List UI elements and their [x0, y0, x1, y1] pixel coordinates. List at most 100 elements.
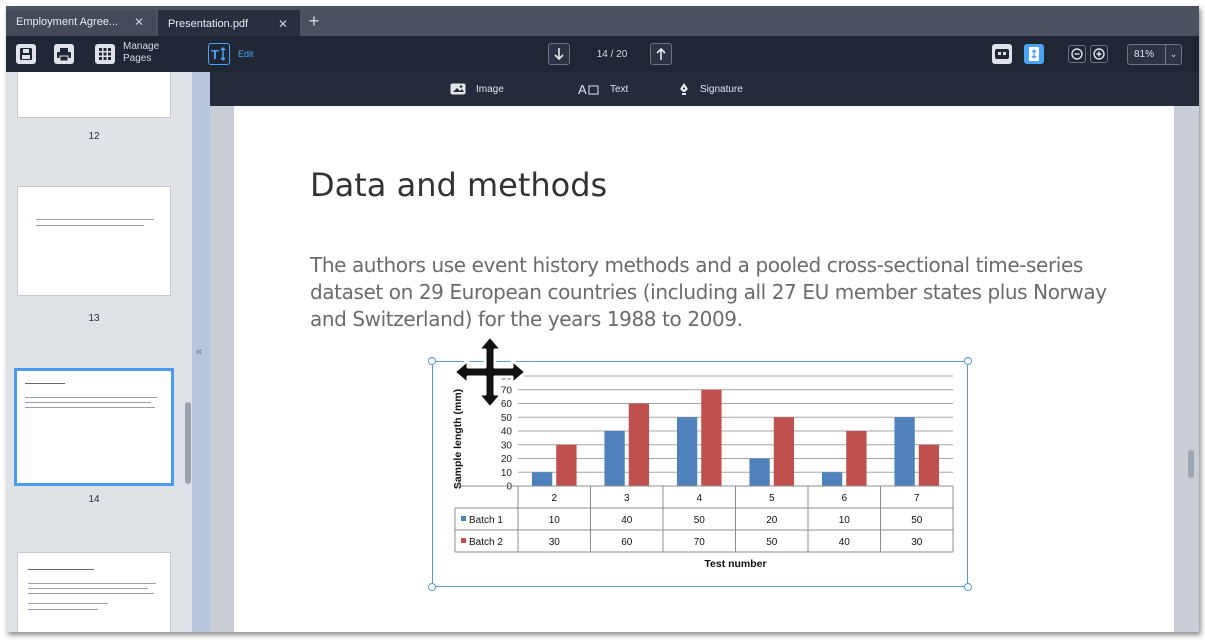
next-page-button[interactable] — [548, 43, 570, 65]
x-tick-label: 2 — [551, 493, 557, 504]
previous-page-button[interactable] — [650, 43, 672, 65]
pdf-editor-window: Employment Agree... ✕ Presentation.pdf ✕… — [6, 6, 1199, 632]
add-signature-tool[interactable]: Signature — [678, 82, 743, 98]
add-image-tool[interactable]: Image — [450, 82, 504, 98]
manage-pages-label[interactable]: Manage Pages — [123, 41, 173, 65]
tab-presentation[interactable]: Presentation.pdf ✕ — [158, 10, 300, 36]
resize-handle-top-left[interactable] — [428, 357, 436, 365]
thumbnail-text-line — [28, 603, 108, 604]
tab-label: Employment Agree... — [16, 16, 119, 28]
thumbnail-page-13[interactable] — [17, 186, 171, 296]
document-page[interactable]: Data and methods The authors use event h… — [234, 106, 1174, 632]
resize-handle-bottom-left[interactable] — [428, 583, 436, 591]
tab-bar: Employment Agree... ✕ Presentation.pdf ✕… — [6, 6, 1199, 36]
text-tool-label: Text — [610, 84, 629, 95]
page-fit-button[interactable] — [1024, 44, 1044, 64]
thumbnail-text-line — [36, 225, 144, 226]
collapse-sidebar-icon[interactable]: « — [196, 346, 202, 358]
bar-batch-1 — [749, 458, 770, 486]
zoom-level-select[interactable]: 81% ⌄ — [1127, 44, 1182, 65]
sidebar-scrollbar[interactable] — [182, 72, 192, 632]
data-label: 50 — [911, 515, 923, 526]
x-axis-label: Test number — [704, 558, 766, 570]
bar-batch-2 — [628, 403, 650, 486]
main-toolbar: Manage Pages T Edit 14 / 20 81% ⌄ — [6, 36, 1199, 72]
resize-handle-top-right[interactable] — [964, 357, 972, 365]
bar-batch-1 — [821, 472, 843, 486]
page-indicator[interactable]: 14 / 20 — [582, 49, 642, 60]
resize-handle-bottom-right[interactable] — [964, 583, 972, 591]
single-page-view-button[interactable] — [992, 44, 1012, 64]
thumbnail-text-line — [25, 402, 151, 403]
tab-employment-agreement[interactable]: Employment Agree... ✕ — [6, 10, 156, 36]
add-text-tool[interactable]: A Text — [578, 82, 628, 98]
thumbnail-text-line — [28, 593, 154, 594]
thumbnail-text-line — [25, 397, 157, 398]
thumbnail-text-line — [36, 219, 154, 220]
bar-batch-2 — [918, 444, 940, 486]
page-fit-icon — [1029, 47, 1039, 61]
slide-body-text[interactable]: The authors use event history methods an… — [310, 252, 1130, 333]
arrow-up-icon — [656, 47, 666, 60]
edit-text-button[interactable]: T — [208, 43, 230, 65]
bar-batch-1 — [894, 417, 915, 486]
thumbnail-page-12[interactable] — [17, 72, 171, 118]
data-label: 50 — [694, 515, 706, 526]
grid-icon — [99, 48, 111, 60]
bar-batch-2 — [556, 444, 577, 486]
slide-title[interactable]: Data and methods — [310, 166, 607, 204]
data-label: 10 — [839, 515, 851, 526]
save-button[interactable] — [16, 44, 36, 64]
data-label: 20 — [766, 515, 778, 526]
thumbnail-text-line — [28, 588, 148, 589]
legend-swatch — [461, 516, 466, 521]
manage-pages-button[interactable] — [95, 44, 115, 64]
bar-batch-2 — [773, 417, 795, 486]
chevron-down-icon[interactable]: ⌄ — [1165, 45, 1181, 64]
thumbnail-page-number: 13 — [88, 313, 100, 324]
y-tick-label: 10 — [501, 468, 513, 479]
x-tick-label: 5 — [769, 493, 775, 504]
x-tick-label: 7 — [914, 493, 920, 504]
close-icon[interactable]: ✕ — [278, 12, 288, 36]
text-edit-icon: T — [211, 46, 226, 62]
print-button[interactable] — [54, 44, 74, 64]
signature-icon — [680, 83, 688, 96]
bar-batch-2 — [701, 389, 722, 486]
x-tick-label: 4 — [696, 493, 702, 504]
legend-label: Batch 1 — [469, 515, 503, 526]
document-view: Data and methods The authors use event h… — [210, 106, 1199, 632]
new-tab-button[interactable]: + — [303, 11, 325, 33]
zoom-in-button[interactable] — [1090, 45, 1108, 63]
x-tick-label: 6 — [841, 493, 847, 504]
tab-label: Presentation.pdf — [168, 18, 249, 30]
legend-swatch — [461, 538, 466, 543]
data-label: 30 — [911, 537, 923, 548]
close-icon[interactable]: ✕ — [134, 10, 144, 34]
thumbnail-page-15[interactable] — [17, 552, 171, 632]
signature-tool-label: Signature — [700, 84, 743, 95]
data-label: 40 — [839, 537, 851, 548]
edit-toolbar: Image A Text Signature — [210, 72, 1199, 106]
move-icon — [452, 334, 528, 410]
data-label: 30 — [549, 537, 561, 548]
svg-text:T: T — [211, 47, 219, 62]
bar-batch-1 — [676, 417, 698, 486]
sidebar-scrollbar-thumb[interactable] — [185, 402, 191, 484]
edit-label[interactable]: Edit — [238, 49, 254, 59]
thumbnail-text-line — [28, 609, 98, 610]
data-label: 10 — [549, 515, 561, 526]
zoom-out-button[interactable] — [1068, 45, 1086, 63]
bar-batch-1 — [531, 472, 553, 486]
thumbnail-text-line — [28, 583, 156, 584]
thumbnail-page-14-selected[interactable] — [14, 368, 174, 486]
y-tick-label: 0 — [506, 482, 512, 493]
svg-text:A: A — [578, 82, 587, 96]
page-thumbnail-sidebar: 12 13 14 15 — [6, 72, 192, 632]
document-scrollbar-thumb[interactable] — [1188, 450, 1194, 478]
zoom-out-icon — [1071, 48, 1083, 60]
app-window: Employment Agree... ✕ Presentation.pdf ✕… — [0, 0, 1205, 640]
y-tick-label: 20 — [501, 454, 513, 465]
print-icon — [57, 48, 71, 62]
thumbnail-text-line — [25, 383, 65, 384]
